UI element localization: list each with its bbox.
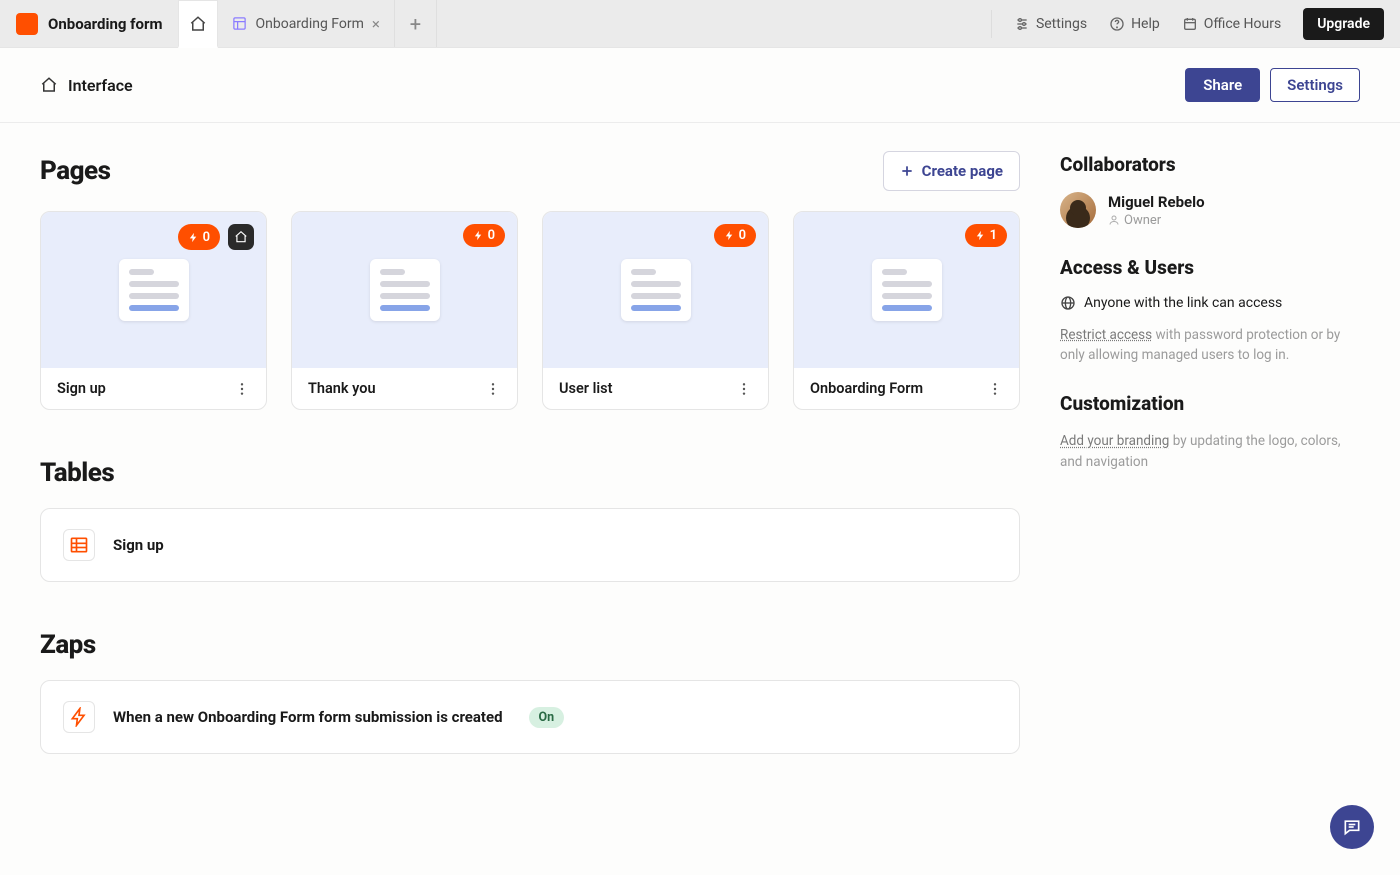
tab-bar: Onboarding form Onboarding Form × + Sett…: [0, 0, 1400, 48]
zap-icon: [63, 701, 95, 733]
table-name: Sign up: [113, 536, 164, 554]
globe-icon: [1060, 295, 1076, 311]
home-indicator-icon: [228, 224, 254, 250]
zap-status-badge: On: [529, 707, 565, 728]
settings-button[interactable]: Settings: [1270, 68, 1360, 102]
header-settings[interactable]: Settings: [1014, 16, 1087, 32]
tab-label: Onboarding Form: [255, 16, 363, 32]
app-title: Onboarding form: [48, 15, 162, 33]
avatar: [1060, 192, 1096, 228]
customization-heading: Customization: [1060, 392, 1360, 415]
user-icon: [1108, 214, 1120, 226]
new-tab-button[interactable]: +: [395, 0, 437, 47]
pages-grid: 0 Sign up 0 Thank you 0 User list 1 Onboarding …: [40, 211, 1020, 410]
page-card[interactable]: 1 Onboarding Form: [793, 211, 1020, 410]
page-title: Interface: [68, 76, 133, 95]
page-more-button[interactable]: [987, 381, 1003, 397]
page-more-button[interactable]: [485, 381, 501, 397]
collaborator-row: Miguel Rebelo Owner: [1060, 192, 1360, 228]
plus-icon: [900, 164, 914, 178]
zap-count-badge: 0: [463, 224, 505, 247]
chat-icon: [1342, 817, 1362, 837]
sliders-icon: [1014, 16, 1030, 32]
pages-heading: Pages: [40, 156, 883, 186]
page-card[interactable]: 0 User list: [542, 211, 769, 410]
add-branding-link[interactable]: Add your branding: [1060, 433, 1169, 449]
restrict-access-link[interactable]: Restrict access: [1060, 327, 1152, 343]
zap-count-badge: 0: [178, 224, 220, 250]
create-page-button[interactable]: Create page: [883, 151, 1020, 191]
plus-icon: +: [410, 12, 421, 36]
page-card-title: User list: [559, 380, 736, 397]
calendar-icon: [1182, 16, 1198, 32]
close-icon[interactable]: ×: [372, 15, 380, 33]
page-card-title: Sign up: [57, 380, 234, 397]
table-row[interactable]: Sign up: [40, 508, 1020, 582]
zap-count-badge: 0: [714, 224, 756, 247]
tab-onboarding-form[interactable]: Onboarding Form ×: [218, 0, 394, 47]
sidebar: Collaborators Miguel Rebelo Owner Access…: [1060, 123, 1360, 754]
header-help[interactable]: Help: [1109, 16, 1160, 32]
chat-fab[interactable]: [1330, 805, 1374, 849]
app-logo: [16, 13, 38, 35]
tab-home[interactable]: [178, 0, 218, 48]
help-icon: [1109, 16, 1125, 32]
share-button[interactable]: Share: [1185, 68, 1260, 102]
collaborator-role: Owner: [1108, 213, 1205, 228]
customization-description: Add your branding by updating the logo, …: [1060, 431, 1360, 473]
page-thumbnail: 0: [292, 212, 517, 368]
header-office-hours[interactable]: Office Hours: [1182, 16, 1281, 32]
access-heading: Access & Users: [1060, 256, 1360, 279]
page-card[interactable]: 0 Thank you: [291, 211, 518, 410]
page-more-button[interactable]: [736, 381, 752, 397]
home-icon: [189, 15, 207, 33]
zaps-heading: Zaps: [40, 630, 1020, 660]
badge-count: 0: [488, 228, 495, 243]
badge-count: 0: [739, 228, 746, 243]
layout-icon: [232, 16, 247, 31]
page-thumbnail: 1: [794, 212, 1019, 368]
collaborator-name: Miguel Rebelo: [1108, 193, 1205, 211]
tables-heading: Tables: [40, 458, 1020, 488]
collaborators-heading: Collaborators: [1060, 153, 1360, 176]
access-summary: Anyone with the link can access: [1060, 295, 1360, 311]
badge-count: 1: [990, 228, 997, 243]
zap-count-badge: 1: [965, 224, 1007, 247]
page-card-title: Onboarding Form: [810, 380, 987, 397]
tables-list: Sign up: [40, 508, 1020, 582]
page-card[interactable]: 0 Sign up: [40, 211, 267, 410]
page-more-button[interactable]: [234, 381, 250, 397]
badge-count: 0: [203, 230, 210, 245]
zap-name: When a new Onboarding Form form submissi…: [113, 708, 503, 726]
header-actions: Settings Help Office Hours Upgrade: [975, 0, 1400, 47]
access-description: Restrict access with password protection…: [1060, 325, 1360, 367]
page-header: Interface Share Settings: [0, 48, 1400, 123]
page-card-title: Thank you: [308, 380, 485, 397]
app-identity: Onboarding form: [0, 0, 178, 47]
zap-row[interactable]: When a new Onboarding Form form submissi…: [40, 680, 1020, 754]
upgrade-button[interactable]: Upgrade: [1303, 8, 1384, 40]
home-icon: [40, 76, 58, 94]
zaps-list: When a new Onboarding Form form submissi…: [40, 680, 1020, 754]
page-thumbnail: 0: [41, 212, 266, 368]
page-thumbnail: 0: [543, 212, 768, 368]
table-icon: [63, 529, 95, 561]
